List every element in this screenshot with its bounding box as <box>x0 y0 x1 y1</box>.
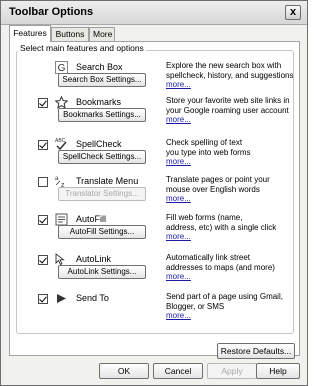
description-line: Blogger, or SMS <box>166 301 225 311</box>
ok-button[interactable]: OK <box>99 363 149 379</box>
spellcheck-checkbox[interactable] <box>38 140 48 150</box>
more-link[interactable]: more... <box>166 157 191 166</box>
google-g-icon: G <box>54 60 68 74</box>
feature-name: SpellCheck <box>76 139 122 149</box>
autofill-icon <box>54 212 68 226</box>
restore-defaults-button[interactable]: Restore Defaults... <box>217 343 295 359</box>
feature-name: Send To <box>76 293 109 303</box>
more-link[interactable]: more... <box>166 194 191 203</box>
title-bar[interactable]: Toolbar Options x <box>1 1 307 25</box>
tab-more[interactable]: More <box>89 27 115 41</box>
description-line: Send part of a page using Gmail, <box>166 292 283 301</box>
more-link[interactable]: more... <box>166 80 191 89</box>
description-line: Check spelling of text <box>166 138 243 147</box>
feature-description: Automatically link street addresses to m… <box>166 253 298 282</box>
features-panel: Select main features and options G Searc… <box>9 41 300 359</box>
spellcheck-abc-icon: ABC <box>54 137 68 151</box>
search-box-settings-button[interactable]: Search Box Settings... <box>58 73 146 87</box>
feature-name: Search Box <box>76 62 123 72</box>
translate-icon: az <box>54 174 68 188</box>
feature-description: Check spelling of text you type into web… <box>166 138 298 167</box>
feature-description: Store your favorite web site links in yo… <box>166 96 298 125</box>
tab-buttons[interactable]: Buttons <box>51 27 89 41</box>
send-to-checkbox[interactable] <box>38 294 48 304</box>
more-link[interactable]: more... <box>166 232 191 241</box>
feature-description: Explore the new search box with spellche… <box>166 61 298 90</box>
autolink-settings-button[interactable]: AutoLink Settings... <box>58 265 146 279</box>
spellcheck-settings-button[interactable]: SpellCheck Settings... <box>58 150 146 164</box>
more-link[interactable]: more... <box>166 272 191 281</box>
bookmarks-settings-button[interactable]: Bookmarks Settings... <box>58 108 146 122</box>
feature-description: Translate pages or point your mouse over… <box>166 175 298 204</box>
translator-settings-button[interactable]: Translator Settings... <box>58 187 146 201</box>
feature-name: Translate Menu <box>76 176 139 186</box>
more-link[interactable]: more... <box>166 311 191 320</box>
description-line: mouse over English words <box>166 184 260 194</box>
description-line: addresses to maps (and more) <box>166 262 275 272</box>
autofill-checkbox[interactable] <box>38 215 48 225</box>
description-line: Translate pages or point your <box>166 175 270 184</box>
feature-description: Send part of a page using Gmail, Blogger… <box>166 292 298 321</box>
help-button[interactable]: Help <box>256 363 300 379</box>
description-line: you type into web forms <box>166 147 251 157</box>
description-line: Store your favorite web site links in <box>166 96 290 105</box>
star-icon <box>54 95 68 109</box>
close-button[interactable]: x <box>285 5 301 20</box>
group-label: Select main features and options <box>18 43 146 53</box>
toolbar-options-window: Toolbar Options x Features Buttons More … <box>0 0 308 386</box>
apply-button[interactable]: Apply <box>207 363 257 379</box>
autolink-icon <box>54 252 68 266</box>
description-line: spellcheck, history, and suggestions <box>166 70 294 80</box>
cancel-button[interactable]: Cancel <box>153 363 203 379</box>
description-line: Explore the new search box with <box>166 61 282 70</box>
svg-text:G: G <box>57 63 65 74</box>
description-line: address, etc) with a single click <box>166 222 277 232</box>
description-line: your Google roaming user account <box>166 105 289 115</box>
feature-name: AutoFill <box>76 214 107 224</box>
autofill-settings-button[interactable]: AutoFill Settings... <box>58 225 146 239</box>
feature-name: AutoLink <box>76 254 112 264</box>
svg-text:a: a <box>55 176 59 182</box>
description-line: Automatically link street <box>166 253 251 262</box>
bookmarks-checkbox[interactable] <box>38 98 48 108</box>
tab-features[interactable]: Features <box>9 25 51 42</box>
feature-description: Fill web forms (name, address, etc) with… <box>166 213 298 242</box>
translate-menu-checkbox[interactable] <box>38 177 48 187</box>
autolink-checkbox[interactable] <box>38 255 48 265</box>
send-to-icon <box>54 291 68 305</box>
description-line: Fill web forms (name, <box>166 213 243 222</box>
feature-name: Bookmarks <box>76 97 122 107</box>
window-title: Toolbar Options <box>9 6 94 18</box>
more-link[interactable]: more... <box>166 115 191 124</box>
